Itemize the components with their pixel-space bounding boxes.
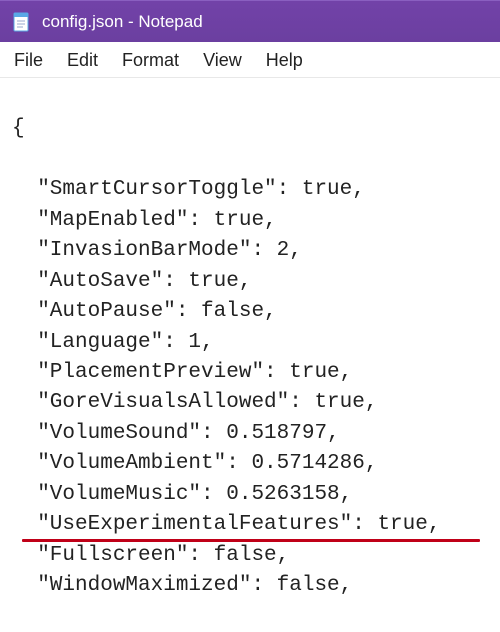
code-line: "SmartCursorToggle": true, <box>12 175 496 205</box>
code-line: "AutoPause": false, <box>12 297 496 327</box>
code-line: { <box>12 114 496 144</box>
code-line: "InvasionBarMode": 2, <box>12 236 496 266</box>
code-line: "GoreVisualsAllowed": true, <box>12 388 496 418</box>
code-line: "VolumeSound": 0.518797, <box>12 419 496 449</box>
code-line: "VolumeMusic": 0.5263158, <box>12 480 496 510</box>
title-bar: config.json - Notepad <box>0 0 500 42</box>
code-line: "UseExperimentalFeatures": true, <box>12 510 496 540</box>
code-line: "PlacementPreview": true, <box>12 358 496 388</box>
menu-edit[interactable]: Edit <box>59 48 110 73</box>
code-line: "MapEnabled": true, <box>12 206 496 236</box>
menu-help[interactable]: Help <box>258 48 315 73</box>
notepad-icon <box>10 11 32 33</box>
code-line: "Language": 1, <box>12 328 496 358</box>
code-line: "AutoSave": true, <box>12 267 496 297</box>
code-line: "VolumeAmbient": 0.5714286, <box>12 449 496 479</box>
menu-file[interactable]: File <box>6 48 55 73</box>
menu-bar: File Edit Format View Help <box>0 42 500 78</box>
menu-view[interactable]: View <box>195 48 254 73</box>
window-title: config.json - Notepad <box>42 12 203 32</box>
editor-content[interactable]: { "SmartCursorToggle": true, "MapEnabled… <box>0 78 500 632</box>
menu-format[interactable]: Format <box>114 48 191 73</box>
code-line: "WindowMaximized": false, <box>12 571 496 601</box>
code-line: "Fullscreen": false, <box>12 541 496 571</box>
